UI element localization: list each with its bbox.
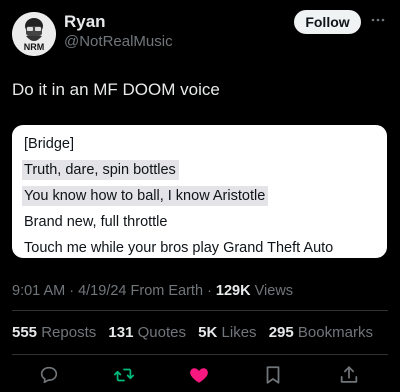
likes-stat[interactable]: 5K Likes [198,324,256,341]
quotes-stat[interactable]: 131 Quotes [108,324,186,341]
avatar-initials: NRM [24,42,45,52]
divider [12,310,388,311]
tweet-text: Do it in an MF DOOM voice [12,80,220,99]
reply-icon[interactable] [38,364,60,386]
share-icon[interactable] [338,364,360,386]
tweet-meta: 9:01 AM · 4/19/24 From Earth · 129K View… [12,283,294,299]
lyric-line: [Bridge] [24,136,74,152]
follow-button[interactable]: Follow [294,10,361,34]
tweet-date[interactable]: 4/19/24 [78,283,126,299]
author-handle[interactable]: @NotRealMusic [64,33,173,50]
lyrics-image-card[interactable]: [Bridge] Truth, dare, spin bottles You k… [12,125,387,258]
lyric-line: Touch me while your bros play Grand Thef… [24,240,334,256]
avatar-image: NRM [12,12,56,56]
views-label: Views [254,283,294,299]
retweet-icon[interactable] [113,364,135,386]
action-bar [0,364,400,388]
lyric-line-highlighted: Truth, dare, spin bottles [22,157,387,183]
lyric-line-highlighted: You know how to ball, I know Aristotle [22,183,387,209]
author-name[interactable]: Ryan [64,12,106,32]
divider [12,354,388,355]
heart-icon[interactable] [188,364,210,386]
lyric-line: Brand new, full throttle [24,214,168,230]
tweet-source: From Earth [130,283,204,299]
more-horizontal-icon[interactable] [370,12,386,28]
engagement-stats: 555 Reposts 131 Quotes 5K Likes 295 Book… [12,324,381,341]
bookmarks-stat[interactable]: 295 Bookmarks [269,324,373,341]
reposts-stat[interactable]: 555 Reposts [12,324,96,341]
avatar[interactable]: NRM [12,12,56,56]
bookmark-icon[interactable] [262,364,284,386]
views-count: 129K [215,283,251,299]
tweet-time[interactable]: 9:01 AM [12,283,65,299]
